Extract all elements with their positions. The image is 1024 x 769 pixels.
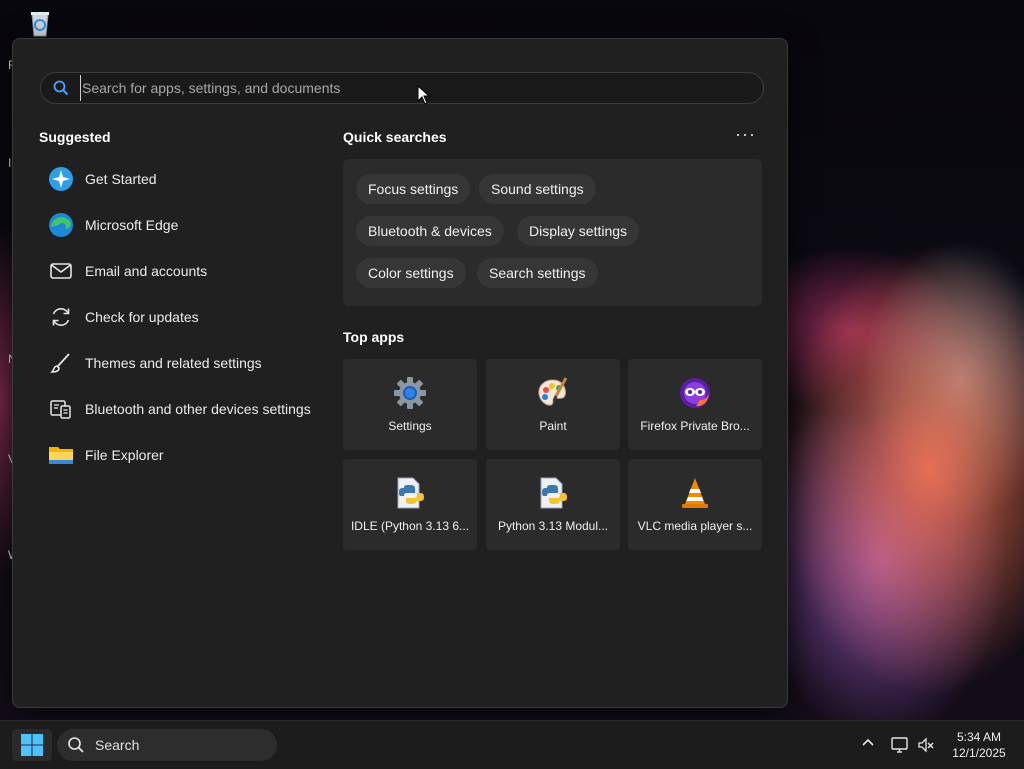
desktop-icon-label: I [8, 156, 12, 170]
devices-icon [47, 395, 75, 423]
suggested-item-get-started[interactable]: Get Started [39, 156, 329, 202]
suggested-item-label: Check for updates [85, 309, 199, 325]
mouse-cursor-icon [417, 84, 431, 110]
vlc-cone-icon [678, 476, 712, 510]
suggested-item-bluetooth-devices[interactable]: Bluetooth and other devices settings [39, 386, 329, 432]
suggested-item-check-updates[interactable]: Check for updates [39, 294, 329, 340]
top-app-label: Python 3.13 Modul... [497, 519, 609, 533]
settings-gear-icon [393, 376, 427, 410]
paint-palette-icon [536, 376, 570, 410]
network-icon[interactable] [890, 721, 910, 769]
suggested-item-label: Themes and related settings [85, 355, 262, 371]
suggested-item-label: Email and accounts [85, 263, 208, 279]
brush-icon [47, 349, 75, 377]
top-app-label: Settings [388, 419, 432, 433]
taskbar-clock[interactable]: 5:34 AM 12/1/2025 [944, 729, 1014, 761]
chip-sound-settings[interactable]: Sound settings [479, 174, 596, 204]
python-file-icon [536, 476, 570, 510]
more-options-button[interactable]: ··· [735, 125, 756, 143]
get-started-icon [47, 165, 75, 193]
chip-display-settings[interactable]: Display settings [517, 216, 640, 246]
recycle-bin-icon[interactable] [22, 8, 58, 38]
quick-searches-title: Quick searches [343, 129, 447, 145]
chevron-up-icon [858, 733, 878, 758]
suggested-title: Suggested [39, 129, 111, 145]
top-app-firefox-private[interactable]: Firefox Private Bro... [628, 359, 762, 450]
start-menu: Suggested Get Started Microsoft Edge [12, 38, 788, 708]
suggested-item-label: Get Started [85, 171, 157, 187]
clock-time: 5:34 AM [956, 730, 1002, 744]
taskbar-search-label: Search [95, 737, 140, 753]
chip-focus-settings[interactable]: Focus settings [356, 174, 471, 204]
python-file-icon [393, 476, 427, 510]
suggested-item-label: File Explorer [85, 447, 164, 463]
taskbar: Search 5:34 AM 12/1/2025 [0, 720, 1024, 769]
clock-date: 12/1/2025 [952, 746, 1006, 760]
start-search-box[interactable] [40, 72, 764, 104]
top-app-settings[interactable]: Settings [343, 359, 477, 450]
suggested-item-label: Microsoft Edge [85, 217, 179, 233]
search-input[interactable] [80, 75, 722, 101]
top-app-label: VLC media player s... [637, 519, 753, 533]
windows-logo-icon [21, 734, 43, 756]
refresh-icon [47, 303, 75, 331]
top-apps-title: Top apps [343, 329, 405, 345]
top-app-vlc[interactable]: VLC media player s... [628, 459, 762, 550]
start-button[interactable] [12, 729, 52, 761]
volume-muted-icon[interactable] [916, 721, 936, 769]
top-app-idle[interactable]: IDLE (Python 3.13 6... [343, 459, 477, 550]
chip-color-settings[interactable]: Color settings [356, 258, 466, 288]
top-app-paint[interactable]: Paint [486, 359, 620, 450]
suggested-list: Get Started Microsoft Edge Email and acc… [39, 156, 329, 478]
chip-search-settings[interactable]: Search settings [477, 258, 598, 288]
suggested-item-edge[interactable]: Microsoft Edge [39, 202, 329, 248]
quick-searches-panel: Focus settings Sound settings Bluetooth … [343, 159, 762, 306]
top-app-label: Paint [539, 419, 567, 433]
suggested-item-email-accounts[interactable]: Email and accounts [39, 248, 329, 294]
folder-icon [47, 441, 75, 469]
search-icon [53, 79, 71, 97]
top-app-label: IDLE (Python 3.13 6... [350, 519, 470, 533]
top-app-python-module-docs[interactable]: Python 3.13 Modul... [486, 459, 620, 550]
suggested-item-file-explorer[interactable]: File Explorer [39, 432, 329, 478]
taskbar-search-box[interactable]: Search [57, 729, 277, 761]
top-app-label: Firefox Private Bro... [640, 419, 750, 433]
show-hidden-icons-button[interactable] [858, 721, 878, 769]
mail-icon [47, 257, 75, 285]
search-icon [67, 736, 85, 754]
chip-bluetooth-devices[interactable]: Bluetooth & devices [356, 216, 504, 246]
edge-icon [47, 211, 75, 239]
suggested-item-themes[interactable]: Themes and related settings [39, 340, 329, 386]
suggested-item-label: Bluetooth and other devices settings [85, 401, 311, 417]
firefox-private-icon [678, 376, 712, 410]
